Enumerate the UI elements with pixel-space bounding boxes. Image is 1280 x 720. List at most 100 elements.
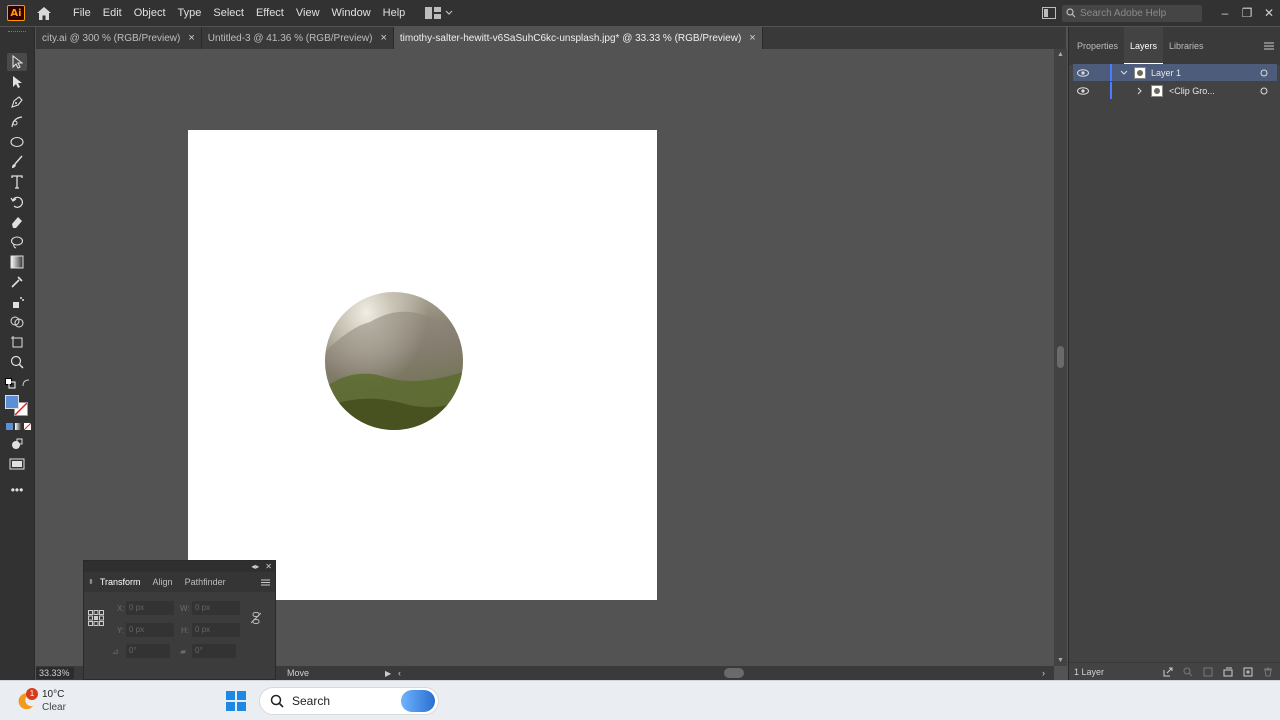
minimize-icon[interactable]: –: [1214, 6, 1236, 20]
toolbar-grip[interactable]: [8, 31, 26, 33]
eraser-tool-icon[interactable]: [7, 213, 27, 231]
horizontal-scroll-thumb[interactable]: [724, 668, 744, 678]
y-field[interactable]: 0 px: [126, 623, 174, 637]
menu-view[interactable]: View: [290, 0, 326, 26]
tab-layers[interactable]: Layers: [1124, 27, 1164, 65]
direct-selection-tool-icon[interactable]: [7, 73, 27, 91]
screen-mode-icon[interactable]: [7, 455, 27, 473]
clipping-mask-icon[interactable]: [1203, 667, 1213, 677]
windows-start-icon[interactable]: [226, 691, 246, 711]
close-tab-icon[interactable]: ×: [749, 32, 755, 44]
vertical-scrollbar[interactable]: ▲ ▼: [1054, 49, 1067, 666]
panel-scrollbar[interactable]: [1272, 64, 1276, 664]
clipped-mountain-photo[interactable]: [325, 292, 463, 430]
shear-field[interactable]: 0°: [192, 644, 236, 658]
layer-name[interactable]: Layer 1: [1151, 68, 1181, 78]
arrange-documents-button[interactable]: [425, 7, 453, 19]
artboard[interactable]: [188, 130, 657, 600]
expand-chevron-down-icon[interactable]: [1120, 70, 1128, 76]
sublayer-name[interactable]: <Clip Gro...: [1169, 86, 1215, 96]
scroll-left-icon[interactable]: ‹: [398, 668, 401, 678]
scroll-down-icon[interactable]: ▼: [1057, 657, 1064, 664]
home-icon[interactable]: [33, 2, 55, 24]
pen-tool-icon[interactable]: [7, 93, 27, 111]
panel-toggle-icon[interactable]: [1042, 7, 1056, 19]
tab-unsplash-photo[interactable]: timothy-salter-hewitt-v6SaSuhC6kc-unspla…: [393, 27, 763, 49]
tab-libraries[interactable]: Libraries: [1163, 27, 1210, 65]
reference-point-icon[interactable]: [88, 610, 104, 626]
layer-row-layer-1[interactable]: Layer 1: [1073, 64, 1277, 81]
close-icon[interactable]: ✕: [1258, 6, 1280, 20]
x-field[interactable]: 0 px: [126, 601, 174, 615]
selection-tool-icon[interactable]: [7, 53, 27, 71]
visibility-eye-icon[interactable]: [1077, 86, 1089, 95]
export-icon[interactable]: [1163, 667, 1173, 677]
color-mode-buttons: [6, 423, 31, 430]
swap-fill-stroke-icon[interactable]: [21, 378, 31, 388]
close-tab-icon[interactable]: ×: [380, 32, 386, 44]
transform-panel-header[interactable]: ◂▸ ✕: [84, 561, 275, 572]
status-menu-arrow-icon[interactable]: ▶: [385, 669, 391, 678]
locate-object-icon[interactable]: [1183, 667, 1193, 677]
rotate-tool-icon[interactable]: [7, 193, 27, 211]
panel-menu-icon[interactable]: [1264, 41, 1274, 53]
panel-menu-icon[interactable]: [261, 579, 270, 586]
edit-toolbar-icon[interactable]: •••: [7, 481, 27, 499]
menu-object[interactable]: Object: [128, 0, 172, 26]
zoom-level-field[interactable]: 33.33%: [36, 667, 74, 679]
zoom-tool-icon[interactable]: [7, 353, 27, 371]
none-mode-icon[interactable]: [24, 423, 31, 430]
scroll-right-icon[interactable]: ›: [1042, 668, 1045, 678]
tab-align[interactable]: Align: [147, 572, 179, 592]
vertical-scroll-thumb[interactable]: [1057, 346, 1064, 368]
lasso-tool-icon[interactable]: [7, 233, 27, 251]
scroll-up-icon[interactable]: ▲: [1057, 51, 1064, 58]
type-tool-icon[interactable]: [7, 173, 27, 191]
tab-untitled-3[interactable]: Untitled-3 @ 41.36 % (RGB/Preview) ×: [202, 27, 394, 49]
menu-file[interactable]: File: [67, 0, 97, 26]
menu-edit[interactable]: Edit: [97, 0, 128, 26]
close-panel-icon[interactable]: ✕: [265, 562, 272, 571]
new-sublayer-icon[interactable]: [1223, 667, 1233, 677]
restore-icon[interactable]: ❐: [1236, 6, 1258, 20]
visibility-eye-icon[interactable]: [1077, 68, 1089, 77]
tab-transform[interactable]: Transform: [94, 572, 147, 592]
target-circle-icon[interactable]: [1260, 69, 1268, 77]
shape-builder-tool-icon[interactable]: [7, 313, 27, 331]
target-circle-icon[interactable]: [1260, 87, 1268, 95]
delete-icon[interactable]: [1263, 667, 1273, 677]
layer-row-clip-group[interactable]: <Clip Gro...: [1073, 82, 1277, 99]
search-input[interactable]: Search Adobe Help: [1062, 4, 1202, 22]
menu-select[interactable]: Select: [207, 0, 250, 26]
gradient-mode-icon[interactable]: [15, 423, 22, 430]
tab-properties[interactable]: Properties: [1071, 27, 1124, 65]
menu-type[interactable]: Type: [172, 0, 208, 26]
new-layer-icon[interactable]: [1243, 667, 1253, 677]
gradient-tool-icon[interactable]: [7, 253, 27, 271]
weather-widget[interactable]: 1 10°C Clear: [16, 688, 66, 714]
menu-window[interactable]: Window: [326, 0, 377, 26]
rotate-field[interactable]: 0°: [126, 644, 170, 658]
height-field[interactable]: 0 px: [192, 623, 240, 637]
collapse-panel-icon[interactable]: ◂▸: [251, 562, 259, 571]
draw-mode-icon[interactable]: [7, 435, 27, 453]
close-tab-icon[interactable]: ×: [188, 32, 194, 44]
eyedropper-tool-icon[interactable]: [7, 273, 27, 291]
constrain-proportions-icon[interactable]: [251, 612, 261, 624]
paintbrush-tool-icon[interactable]: [7, 153, 27, 171]
color-mode-icon[interactable]: [6, 423, 13, 430]
menu-effect[interactable]: Effect: [250, 0, 290, 26]
fill-stroke-swatches[interactable]: [5, 395, 31, 417]
expand-chevron-right-icon[interactable]: [1137, 87, 1143, 95]
symbol-sprayer-tool-icon[interactable]: [7, 293, 27, 311]
tab-pathfinder[interactable]: Pathfinder: [179, 572, 232, 592]
menu-help[interactable]: Help: [377, 0, 412, 26]
width-field[interactable]: 0 px: [192, 601, 240, 615]
artboard-tool-icon[interactable]: [7, 333, 27, 351]
fill-swatch[interactable]: [5, 395, 19, 409]
default-fill-stroke-icon[interactable]: [5, 378, 16, 389]
curvature-tool-icon[interactable]: [7, 113, 27, 131]
taskbar-search[interactable]: Search: [259, 687, 439, 715]
tab-city[interactable]: city.ai @ 300 % (RGB/Preview) ×: [36, 27, 202, 49]
ellipse-tool-icon[interactable]: [7, 133, 27, 151]
